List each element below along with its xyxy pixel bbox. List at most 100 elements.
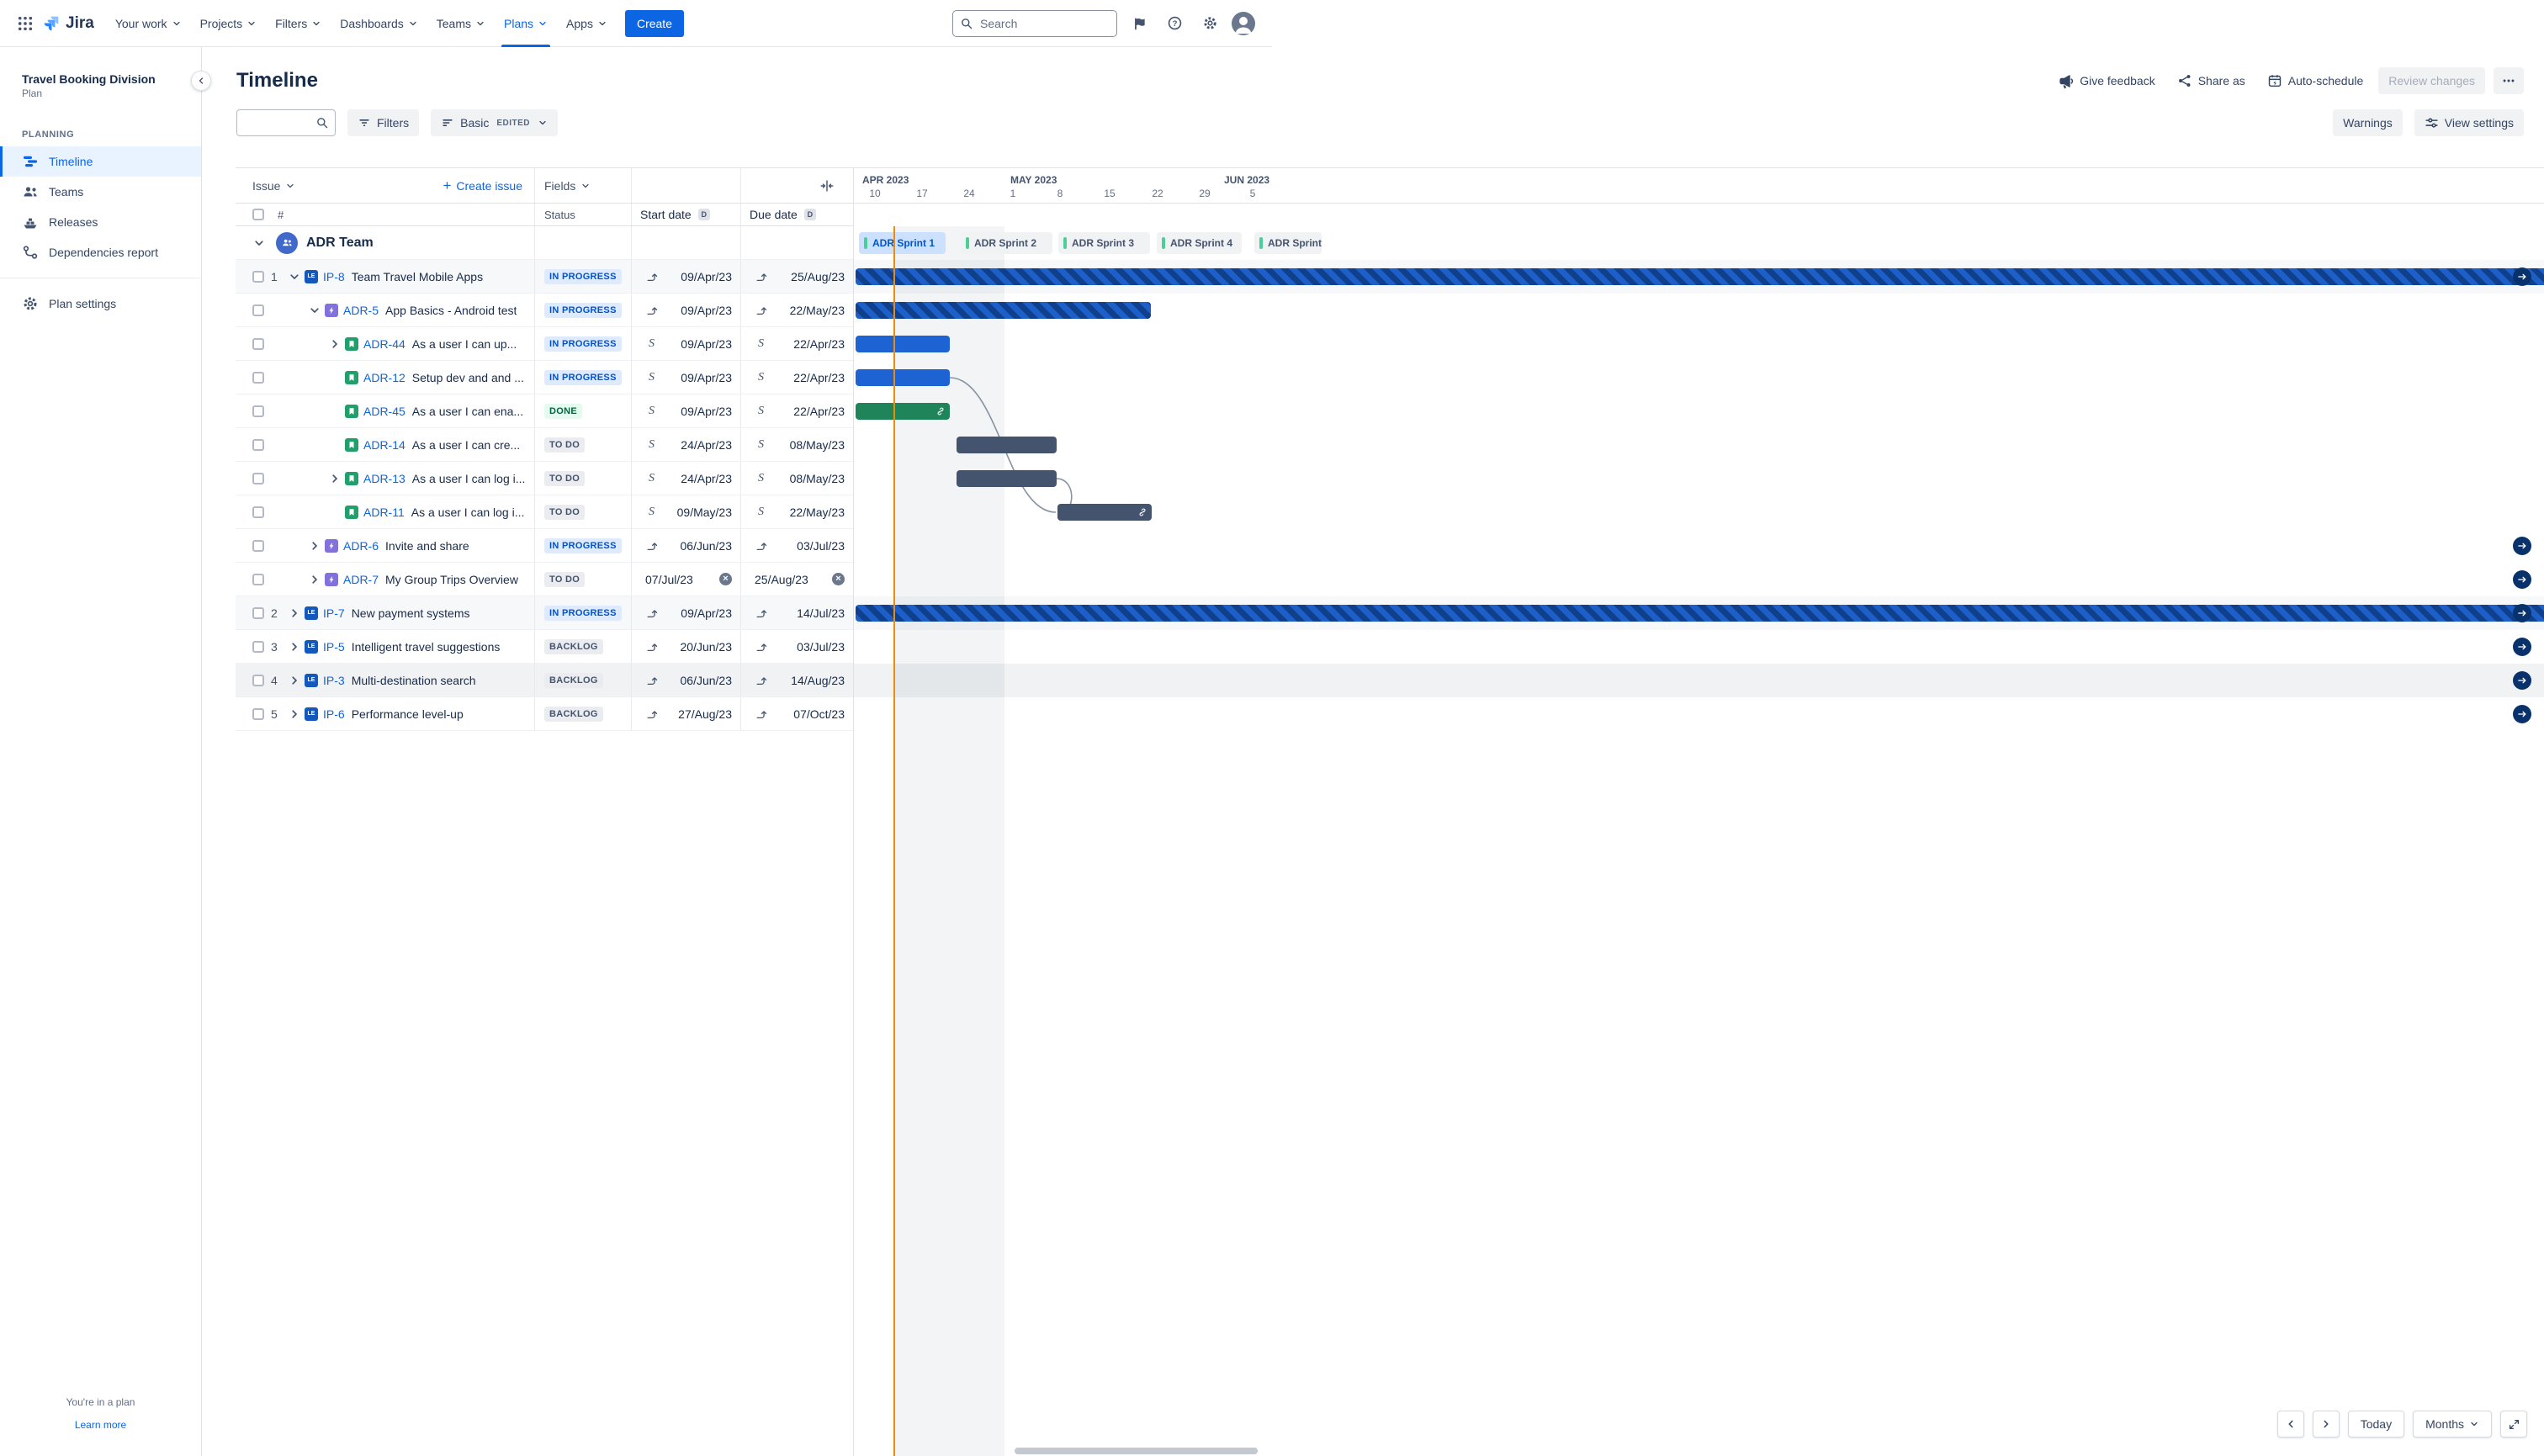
gantt-bar-ADR-5[interactable] [856,302,1151,319]
start-date-cell[interactable]: S 09/May/23 [631,495,740,528]
today-button[interactable]: Today [2347,1411,2405,1437]
jump-to-bar-button[interactable] [2513,570,2531,589]
issue-key-link[interactable]: ADR-14 [363,438,405,452]
sidebar-item-timeline[interactable]: Timeline [0,146,201,177]
row-checkbox[interactable] [252,304,264,316]
chevron-right-icon[interactable] [308,573,321,586]
due-date-cell[interactable]: S 22/May/23 [740,495,853,528]
issue-key-link[interactable]: IP-6 [323,707,345,721]
status-badge[interactable]: IN PROGRESS [544,369,622,385]
status-badge[interactable]: DONE [544,403,582,419]
status-badge[interactable]: IN PROGRESS [544,605,622,621]
sprint-lozenge[interactable]: ADR Sprint 1 [859,232,946,254]
select-all-checkbox[interactable] [252,209,264,220]
sidebar-collapse-button[interactable] [191,71,211,91]
status-badge[interactable]: IN PROGRESS [544,268,622,284]
clear-date-icon[interactable]: × [719,573,732,585]
feedback-flag-icon[interactable] [1126,10,1153,37]
nav-dashboards[interactable]: Dashboards [331,0,427,47]
start-date-cell[interactable]: 20/Jun/23 [631,630,740,663]
start-date-cell[interactable]: S 24/Apr/23 [631,462,740,495]
jump-to-bar-button[interactable] [2513,604,2531,622]
due-date-cell[interactable]: S 22/Apr/23 [740,327,853,360]
nav-apps[interactable]: Apps [557,0,617,47]
create-issue-button[interactable]: + Create issue [443,178,522,193]
share-as-button[interactable]: Share as [2170,68,2252,93]
status-badge[interactable]: TO DO [544,470,586,486]
dependency-link-icon[interactable] [1137,507,1147,517]
view-settings-button[interactable]: View settings [2414,109,2524,136]
user-avatar[interactable] [1232,11,1255,35]
chevron-right-icon[interactable] [288,640,301,654]
row-checkbox[interactable] [252,674,264,686]
sidebar-item-teams[interactable]: Teams [0,177,201,207]
chevron-down-icon[interactable] [288,270,301,283]
gantt-bar-ADR-45[interactable] [856,403,950,420]
chevron-down-icon[interactable] [308,304,321,317]
chevron-right-icon[interactable] [328,337,342,351]
chevron-right-icon[interactable] [328,472,342,485]
status-badge[interactable]: IN PROGRESS [544,336,622,352]
chevron-right-icon[interactable] [308,539,321,553]
jump-to-bar-button[interactable] [2513,638,2531,656]
create-button[interactable]: Create [624,9,684,37]
gantt-bar-IP-7[interactable] [856,605,2544,622]
start-date-cell[interactable]: S 09/Apr/23 [631,327,740,360]
app-switcher-icon[interactable] [12,10,39,37]
review-changes-button[interactable]: Review changes [2378,67,2485,94]
start-date-cell[interactable]: 09/Apr/23 [631,294,740,326]
due-date-cell[interactable]: S 22/Apr/23 [740,361,853,394]
chevron-down-icon[interactable] [252,236,266,250]
row-checkbox[interactable] [252,472,264,484]
warnings-button[interactable]: Warnings [2333,109,2403,136]
nav-teams[interactable]: Teams [427,0,495,47]
due-date-cell[interactable]: 07/Oct/23 [740,697,853,730]
due-date-cell[interactable]: 14/Aug/23 [740,664,853,696]
nav-plans[interactable]: Plans [495,0,557,47]
issue-key-link[interactable]: ADR-6 [343,539,379,553]
give-feedback-button[interactable]: Give feedback [2051,68,2162,94]
global-search-input[interactable] [952,9,1117,37]
gantt-bar-IP-8[interactable] [856,268,2544,285]
sprint-lozenge[interactable]: ADR Sprint 5 [1254,232,1322,254]
start-date-cell[interactable]: 09/Apr/23 [631,260,740,293]
row-checkbox[interactable] [252,337,264,350]
status-badge[interactable]: IN PROGRESS [544,537,622,553]
sprint-lozenge[interactable]: ADR Sprint 2 [961,232,1052,254]
issue-key-link[interactable]: ADR-7 [343,573,379,586]
start-date-cell[interactable]: S 24/Apr/23 [631,428,740,461]
zoom-dropdown[interactable]: Months [2413,1411,2492,1437]
due-date-cell[interactable]: S 08/May/23 [740,428,853,461]
settings-gear-icon[interactable] [1196,10,1223,37]
row-checkbox[interactable] [252,405,264,417]
due-date-cell[interactable]: S 08/May/23 [740,462,853,495]
due-date-cell[interactable]: 14/Jul/23 [740,596,853,629]
issue-grouping-dropdown[interactable]: Issue [252,179,295,193]
chevron-right-icon[interactable] [288,707,301,721]
sidebar-item-dependencies-report[interactable]: Dependencies report [0,237,201,267]
gantt-bar-ADR-44[interactable] [856,336,950,352]
learn-more-link[interactable]: Learn more [75,1419,126,1431]
issue-key-link[interactable]: ADR-44 [363,337,405,351]
due-date-cell[interactable]: 22/May/23 [740,294,853,326]
start-date-cell[interactable]: 06/Jun/23 [631,529,740,562]
jump-to-bar-button[interactable] [2513,671,2531,690]
horizontal-scrollbar[interactable] [1015,1448,1258,1454]
fullscreen-button[interactable] [2500,1411,2527,1437]
issue-key-link[interactable]: IP-7 [323,606,345,620]
row-checkbox[interactable] [252,606,264,619]
status-badge[interactable]: TO DO [544,571,586,587]
view-mode-button[interactable]: Basic EDITED [431,109,559,136]
scroll-left-button[interactable] [2276,1411,2304,1437]
status-badge[interactable]: BACKLOG [544,638,603,654]
chevron-right-icon[interactable] [288,674,301,687]
start-date-cell[interactable]: 06/Jun/23 [631,664,740,696]
gantt-bar-ADR-13[interactable] [957,470,1057,487]
sidebar-item-plan-settings[interactable]: Plan settings [0,289,201,319]
help-icon[interactable]: ? [1161,10,1188,37]
jump-to-bar-button[interactable] [2513,537,2531,555]
scroll-right-button[interactable] [2312,1411,2340,1437]
status-badge[interactable]: BACKLOG [544,672,603,688]
gantt-bar-ADR-12[interactable] [856,369,950,386]
start-date-cell[interactable]: S 09/Apr/23 [631,394,740,427]
